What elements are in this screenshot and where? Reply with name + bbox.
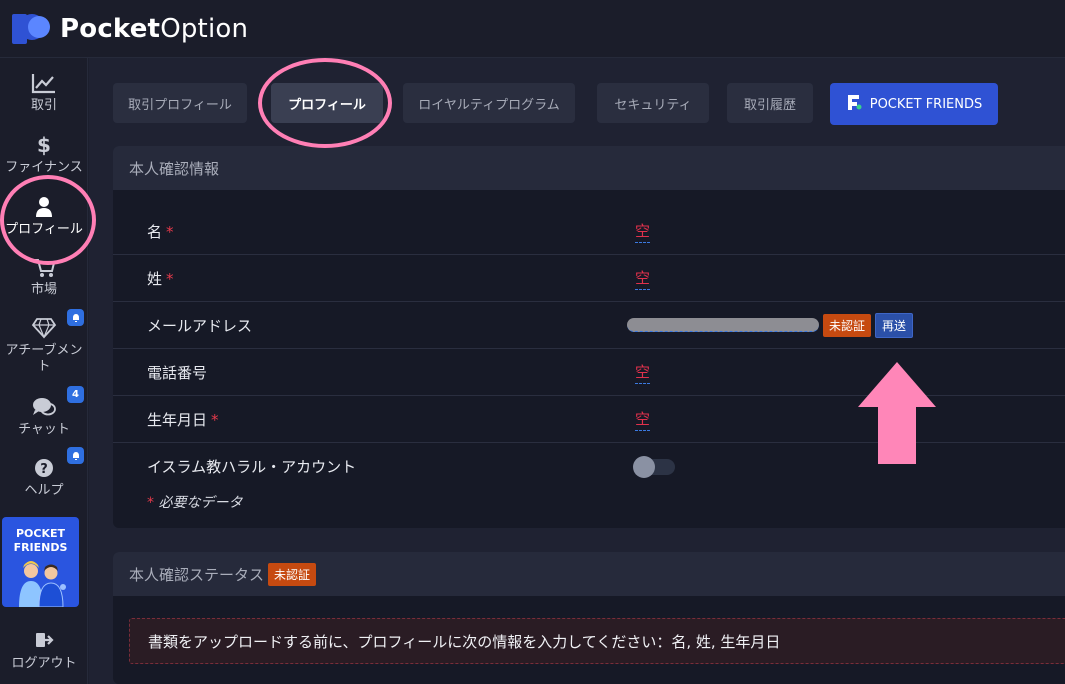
pocket-friends-promo[interactable]: POCKET FRIENDS bbox=[2, 517, 79, 607]
top-bar: PocketOption bbox=[0, 0, 1065, 58]
email-value[interactable]: 未認証 再送 bbox=[627, 312, 914, 338]
field-label-text: メールアドレス bbox=[147, 316, 253, 335]
required-mark: * bbox=[166, 222, 174, 241]
sidebar-item-profile[interactable]: プロフィール bbox=[0, 196, 88, 238]
field-label-text: 電話番号 bbox=[147, 363, 208, 382]
field-label-text: 名 bbox=[147, 222, 163, 241]
field-row-first-name: 名 * 空 bbox=[113, 208, 1065, 255]
notification-badge bbox=[67, 447, 84, 464]
field-label: 生年月日 * bbox=[147, 409, 219, 430]
promo-line1: POCKET bbox=[15, 527, 66, 540]
field-label: 姓 * bbox=[147, 268, 174, 289]
tab-pocket-friends-label: POCKET FRIENDS bbox=[869, 96, 983, 112]
pocket-friends-icon bbox=[846, 93, 862, 115]
field-row-email: メールアドレス 未認証 再送 bbox=[113, 302, 1065, 349]
sidebar-item-label: 取引 bbox=[30, 98, 57, 113]
identity-info-title: 本人確認情報 bbox=[113, 146, 1065, 190]
svg-text:?: ? bbox=[40, 462, 48, 477]
sidebar-item-finance[interactable]: $ ファイナンス bbox=[0, 134, 88, 176]
brand-name: PocketOption bbox=[60, 14, 248, 44]
sidebar-item-label: 市場 bbox=[30, 282, 57, 297]
warning-message: 書類をアップロードする前に、プロフィールに次の情報を入力してください：名, 姓,… bbox=[129, 618, 1065, 664]
tab-trading-profile[interactable]: 取引プロフィール bbox=[113, 83, 247, 123]
bell-icon bbox=[72, 451, 79, 460]
sidebar-item-achievements[interactable]: アチーブメント bbox=[0, 309, 88, 375]
sidebar: 取引 $ ファイナンス プロフィール 市場 アチーブメント チャット 4 ? ヘ… bbox=[0, 58, 88, 684]
phone-value[interactable]: 空 bbox=[635, 361, 651, 384]
first-name-value[interactable]: 空 bbox=[635, 220, 651, 243]
promo-line2: FRIENDS bbox=[13, 541, 68, 554]
verification-status-title: 本人確認ステータス bbox=[129, 565, 265, 584]
brand-name-light: Option bbox=[160, 13, 249, 44]
required-note: * 必要なデータ bbox=[147, 492, 242, 512]
chart-line-icon bbox=[0, 72, 88, 94]
required-mark: * bbox=[147, 495, 154, 511]
field-label: イスラム教ハラル・アカウント bbox=[147, 456, 356, 477]
sidebar-item-label: プロフィール bbox=[5, 222, 83, 237]
tab-loyalty-program[interactable]: ロイヤルティプログラム bbox=[403, 83, 575, 123]
tab-trade-history[interactable]: 取引履歴 bbox=[727, 83, 813, 123]
status-badge: 未認証 bbox=[268, 562, 317, 586]
logout-icon bbox=[0, 630, 88, 652]
tab-security[interactable]: セキュリティ bbox=[597, 83, 709, 123]
required-note-text: 必要なデータ bbox=[158, 495, 243, 511]
field-label: 名 * bbox=[147, 221, 174, 242]
sidebar-item-chat[interactable]: チャット 4 bbox=[0, 386, 88, 438]
sidebar-item-help[interactable]: ? ヘルプ bbox=[0, 447, 88, 499]
brand-name-bold: Pocket bbox=[60, 13, 161, 44]
sidebar-item-market[interactable]: 市場 bbox=[0, 256, 88, 298]
field-row-last-name: 姓 * 空 bbox=[113, 255, 1065, 302]
halal-account-toggle[interactable] bbox=[633, 455, 675, 478]
field-label-text: イスラム教ハラル・アカウント bbox=[147, 458, 357, 476]
field-label-text: 生年月日 bbox=[147, 410, 208, 429]
sidebar-item-label: チャット bbox=[18, 422, 70, 437]
notification-badge: 4 bbox=[67, 386, 84, 403]
verification-status-panel: 本人確認ステータス 未認証 書類をアップロードする前に、プロフィールに次の情報を… bbox=[113, 552, 1065, 684]
sidebar-item-label: アチーブメント bbox=[5, 343, 83, 374]
identity-info-panel: 本人確認情報 名 * 空 姓 * 空 メールアドレス 未認証 再送 電話番号 空 生… bbox=[113, 146, 1065, 528]
logo-icon[interactable] bbox=[12, 12, 54, 46]
sidebar-item-label: ファイナンス bbox=[5, 160, 83, 175]
sidebar-item-label: ヘルプ bbox=[24, 483, 64, 498]
email-unverified-badge: 未認証 bbox=[823, 313, 872, 337]
last-name-value[interactable]: 空 bbox=[635, 267, 651, 290]
required-mark: * bbox=[211, 410, 219, 429]
friends-illustration-icon bbox=[18, 561, 66, 607]
resend-button[interactable]: 再送 bbox=[875, 312, 914, 338]
field-label: 電話番号 bbox=[147, 362, 207, 383]
bell-icon bbox=[72, 313, 79, 322]
dollar-icon: $ bbox=[37, 133, 51, 157]
field-label-text: 姓 bbox=[147, 269, 163, 288]
field-label: メールアドレス bbox=[147, 315, 252, 336]
verification-status-header: 本人確認ステータス 未認証 bbox=[113, 552, 1065, 596]
toggle-knob bbox=[633, 455, 655, 478]
user-icon bbox=[0, 196, 88, 218]
tab-pocket-friends[interactable]: POCKET FRIENDS bbox=[830, 83, 998, 125]
tab-profile[interactable]: プロフィール bbox=[271, 83, 383, 123]
logout-label: ログアウト bbox=[11, 656, 77, 671]
highlight-arrow-icon bbox=[858, 362, 936, 464]
birthdate-value[interactable]: 空 bbox=[635, 408, 651, 431]
notification-badge bbox=[67, 309, 84, 326]
cart-icon bbox=[0, 256, 88, 278]
required-mark: * bbox=[166, 269, 174, 288]
logout-button[interactable]: ログアウト bbox=[0, 630, 88, 672]
sidebar-item-trade[interactable]: 取引 bbox=[0, 72, 88, 114]
email-redacted bbox=[627, 318, 819, 332]
